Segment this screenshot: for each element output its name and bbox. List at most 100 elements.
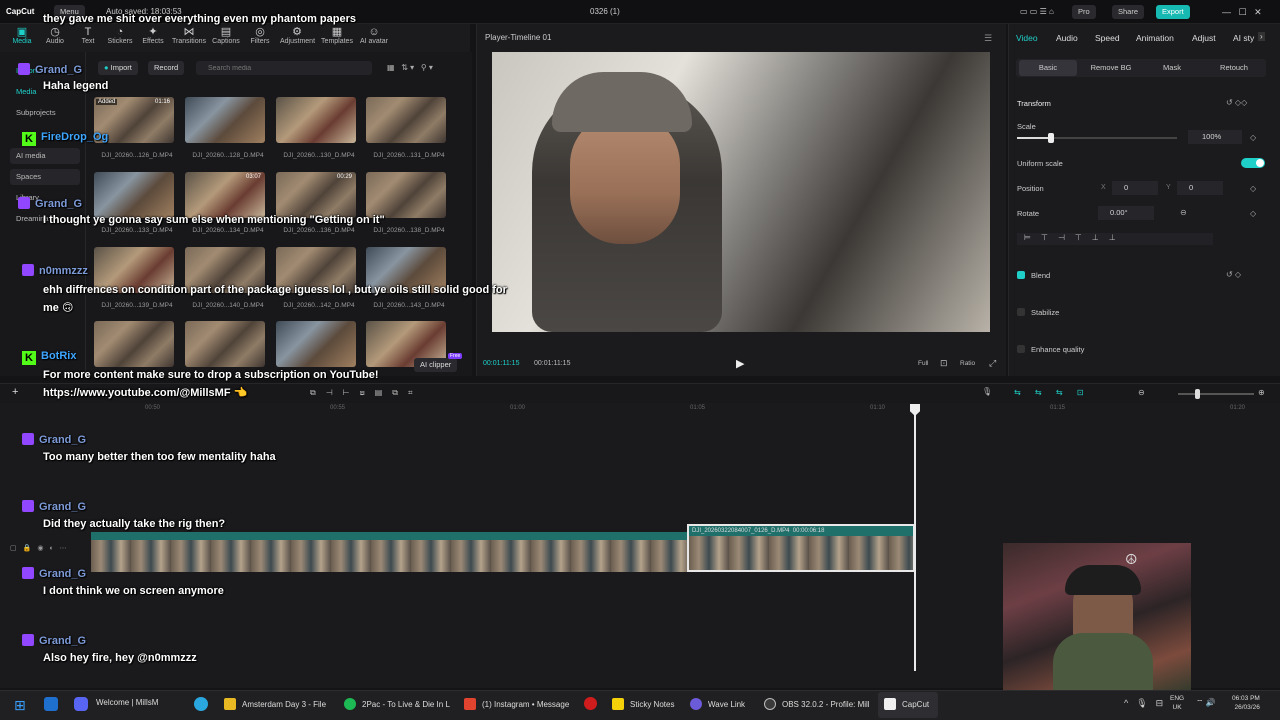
blend-reset-icon[interactable]: ↺ ◇ (1226, 270, 1241, 279)
tab-video[interactable]: Video (1016, 33, 1038, 43)
rotate-label: Rotate (1017, 209, 1040, 218)
peace-sign-icon: ☮ (1125, 551, 1138, 567)
record-button[interactable]: Record (148, 61, 185, 75)
scale-value[interactable]: 100% (1188, 130, 1242, 144)
nav-spaces[interactable]: Spaces (10, 169, 80, 185)
mic-icon[interactable]: 🎙 (982, 387, 992, 396)
screenshot-icon[interactable]: ⊡ (940, 358, 948, 369)
toolbar-templates[interactable]: ▦ Templates (320, 26, 354, 50)
rotate-keyframe-icon[interactable]: ◇ (1250, 209, 1256, 218)
position-keyframe-icon[interactable]: ◇ (1250, 184, 1256, 193)
tab-adjust[interactable]: Adjust (1192, 33, 1216, 43)
toolbar-media[interactable]: ▣ Media (5, 26, 39, 50)
telegram-icon[interactable] (194, 697, 208, 711)
tab-speed[interactable]: Speed (1095, 33, 1120, 43)
ratio-button[interactable]: Ratio (960, 360, 975, 367)
discord-icon[interactable] (74, 697, 88, 711)
fullscreen-icon[interactable]: ⤢ (989, 358, 996, 369)
taskbar-item[interactable]: Amsterdam Day 3 - File (224, 698, 326, 710)
position-y-input[interactable]: 0 (1177, 181, 1223, 195)
chat-entry: n0mmzzz (22, 261, 88, 279)
reset-icon[interactable]: ↺ ◇◇ (1226, 98, 1247, 107)
subtab-basic[interactable]: Basic (1019, 60, 1077, 76)
subtab-mask[interactable]: Mask (1143, 60, 1201, 76)
window-controls-icon[interactable]: — ☐ ✕ (1222, 7, 1262, 18)
network-icon[interactable]: ⌔ 🔊 (1196, 698, 1216, 708)
tab-ai-style[interactable]: AI sty (1233, 33, 1254, 43)
position-x-input[interactable]: 0 (1112, 181, 1158, 195)
share-button[interactable]: Share (1112, 5, 1145, 19)
enhance-label[interactable]: Enhance quality (1031, 345, 1084, 354)
zoom-out-icon[interactable]: ⊖ (1138, 388, 1145, 397)
track-controls-icon[interactable]: ▢🔒◉◐⋯ (10, 544, 73, 552)
toolbar-ai-avatar[interactable]: ☺ AI avatar (357, 26, 391, 50)
blend-label[interactable]: Blend (1031, 271, 1050, 280)
toolbar-captions[interactable]: ▤ Captions (209, 26, 243, 50)
zoom-handle[interactable] (1195, 389, 1200, 399)
stabilize-label[interactable]: Stabilize (1031, 308, 1059, 317)
video-clip[interactable] (91, 532, 687, 572)
view-options-icon[interactable]: ▦ ⇅ ▾ ⚲ ▾ (387, 63, 433, 72)
nav-ai-media[interactable]: AI media (10, 148, 80, 164)
total-time: 00:01:11:15 (534, 360, 571, 367)
streamer-body (1053, 633, 1153, 693)
full-button[interactable]: Full (918, 360, 928, 367)
uniform-scale-toggle[interactable] (1241, 158, 1265, 168)
pro-button[interactable]: Pro (1072, 5, 1096, 19)
opera-icon[interactable] (584, 697, 597, 710)
add-track-icon[interactable]: + (12, 386, 18, 398)
toolbar-stickers[interactable]: ◔ Stickers (103, 26, 137, 50)
keyframe-icon[interactable]: ◇ (1250, 133, 1256, 142)
taskbar-item[interactable]: (1) Instagram • Message (464, 698, 569, 710)
zoom-slider[interactable] (1178, 393, 1254, 395)
align-buttons[interactable]: ⊨⊤⊣⊤⊥⊥ (1017, 233, 1213, 245)
rotate-dial-icon[interactable]: ⊖ (1180, 208, 1187, 217)
clock[interactable]: 06:03 PM 26/03/26 (1232, 694, 1260, 712)
rotate-input[interactable]: 0.00° (1098, 206, 1154, 220)
toolbar-transitions[interactable]: ⋈ Transitions (172, 26, 206, 50)
taskbar-item[interactable]: CapCut (884, 698, 929, 710)
taskbar-item[interactable]: 2Pac - To Live & Die In L (344, 698, 450, 710)
enhance-checkbox[interactable] (1017, 345, 1025, 353)
player-menu-icon[interactable]: ☰ (984, 33, 992, 44)
toolbar-effects[interactable]: ✦ Effects (136, 26, 170, 50)
toolbar-text[interactable]: T Text (71, 26, 105, 50)
toolbar-filters[interactable]: ◎ Filters (243, 26, 277, 50)
windows-start-icon[interactable]: ⊞ (14, 697, 26, 714)
tab-animation[interactable]: Animation (1136, 33, 1174, 43)
snap-icons[interactable]: ⇆ ⇆ ⇆ ⊡ (1014, 388, 1089, 397)
subtab-retouch[interactable]: Retouch (1205, 60, 1263, 76)
media-thumbnail[interactable]: DJI_20260...130_D.MP4 (276, 97, 362, 159)
toolbar-audio[interactable]: ◷ Audio (38, 26, 72, 50)
scale-handle[interactable] (1048, 133, 1054, 143)
export-button[interactable]: Export (1156, 5, 1190, 19)
media-thumbnail[interactable]: DJI_20260...128_D.MP4 (185, 97, 271, 159)
blend-checkbox[interactable] (1017, 271, 1025, 279)
import-button[interactable]: ● Import (98, 61, 138, 75)
taskbar-item[interactable]: Sticky Notes (612, 698, 674, 710)
thumbnail-label: DJI_20260...134_D.MP4 (192, 227, 264, 234)
tray-icons[interactable]: ^🎙⊟ (1124, 698, 1171, 709)
twitch-icon (22, 567, 34, 579)
toolbar-adjustment[interactable]: ⚙ Adjustment (280, 26, 315, 50)
zoom-in-icon[interactable]: ⊕ (1258, 388, 1265, 397)
subtab-remove-bg[interactable]: Remove BG (1082, 60, 1140, 76)
captions-icon: ▤ (220, 26, 232, 38)
selected-clip[interactable]: DJI_20260322084007_0126_D.MP4 00:00:06:1… (687, 524, 915, 572)
playhead[interactable] (914, 405, 916, 671)
thumbnail-label: DJI_20260...128_D.MP4 (192, 152, 264, 159)
media-thumbnail[interactable]: DJI_20260...131_D.MP4 (366, 97, 452, 159)
taskbar-item[interactable]: Welcome | MillsM (96, 698, 158, 707)
play-icon[interactable]: ▶ (736, 357, 744, 370)
edge-icon[interactable] (44, 697, 58, 711)
layout-icon[interactable]: ▭ ▭ ☰ ⌂ (1020, 7, 1054, 16)
transform-header[interactable]: Transform (1017, 99, 1051, 108)
nav-subprojects[interactable]: Subprojects (10, 105, 80, 121)
taskbar-item[interactable]: Wave Link (690, 698, 745, 710)
tabs-more-icon[interactable]: › (1258, 32, 1265, 41)
taskbar-item[interactable]: OBS 32.0.2 - Profile: Mill (764, 698, 870, 710)
language-indicator[interactable]: ENG UK (1170, 694, 1184, 712)
stabilize-checkbox[interactable] (1017, 308, 1025, 316)
search-input[interactable] (196, 61, 372, 75)
tab-audio[interactable]: Audio (1056, 33, 1078, 43)
